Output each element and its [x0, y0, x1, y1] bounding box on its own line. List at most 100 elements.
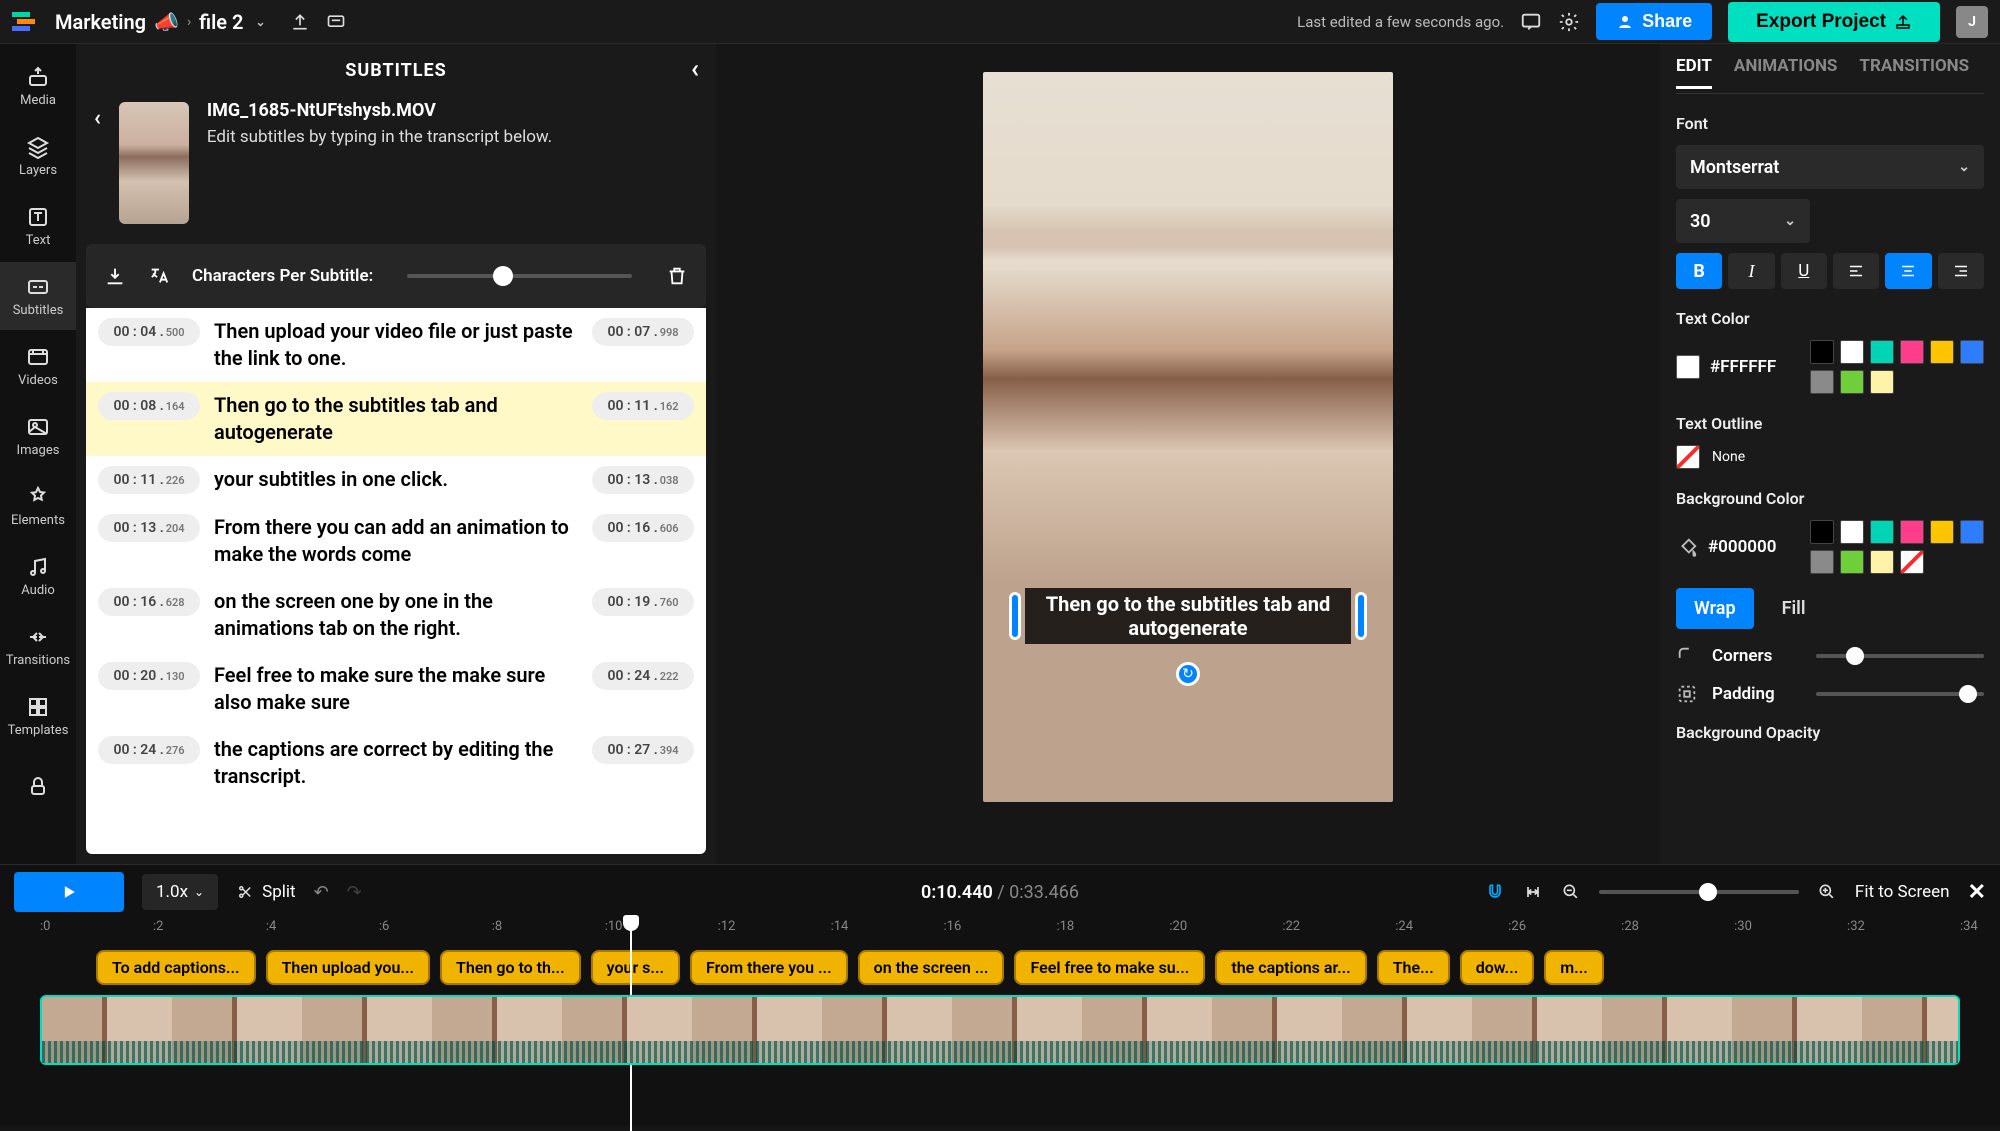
- color-swatch[interactable]: [1840, 370, 1864, 394]
- speed-select[interactable]: 1.0x⌄: [142, 874, 218, 910]
- subtitle-chip[interactable]: Then go to th...: [440, 950, 581, 985]
- bg-color-hex[interactable]: #000000: [1708, 537, 1776, 557]
- rail-audio[interactable]: Audio: [0, 542, 76, 610]
- end-time[interactable]: 00 : 27 .394: [592, 736, 694, 764]
- text-color-preview[interactable]: [1676, 355, 1700, 379]
- color-swatch[interactable]: [1870, 370, 1894, 394]
- download-icon[interactable]: [104, 265, 126, 287]
- align-left-button[interactable]: [1833, 253, 1879, 289]
- redo-icon[interactable]: ↷: [347, 882, 362, 903]
- subtitle-row[interactable]: 00 : 13 .204 From there you can add an an…: [86, 504, 706, 578]
- color-swatch[interactable]: [1870, 340, 1894, 364]
- end-time[interactable]: 00 : 24 .222: [592, 662, 694, 690]
- caption-handle-right[interactable]: [1355, 592, 1367, 640]
- subtitle-text[interactable]: From there you can add an animation to m…: [214, 514, 578, 568]
- text-color-hex[interactable]: #FFFFFF: [1710, 357, 1776, 377]
- subtitle-row[interactable]: 00 : 20 .130Feel free to make sure the m…: [86, 652, 706, 726]
- export-button[interactable]: Export Project: [1728, 2, 1940, 42]
- italic-button[interactable]: I: [1728, 253, 1774, 289]
- end-time[interactable]: 00 : 16 .606: [592, 514, 694, 542]
- end-time[interactable]: 00 : 19 .760: [592, 588, 694, 616]
- color-swatch[interactable]: [1870, 550, 1894, 574]
- align-right-button[interactable]: [1938, 253, 1984, 289]
- comment-icon[interactable]: [326, 12, 346, 32]
- color-swatch[interactable]: [1900, 550, 1924, 574]
- rail-images[interactable]: Images: [0, 402, 76, 470]
- rail-subtitles[interactable]: Subtitles: [0, 262, 76, 330]
- subtitle-chip[interactable]: on the screen ...: [858, 950, 1005, 985]
- color-swatch[interactable]: [1840, 550, 1864, 574]
- play-button[interactable]: [14, 872, 124, 912]
- subtitle-chip[interactable]: your s...: [591, 950, 680, 985]
- collapse-panel-icon[interactable]: ‹: [691, 54, 700, 84]
- subtitle-chip[interactable]: To add captions...: [96, 950, 256, 985]
- magnet-icon[interactable]: [1485, 882, 1505, 902]
- tab-edit[interactable]: EDIT: [1676, 56, 1712, 89]
- start-time[interactable]: 00 : 13 .204: [98, 514, 200, 542]
- font-select[interactable]: Montserrat ⌄: [1676, 145, 1984, 189]
- subtitle-text[interactable]: Then go to the subtitles tab and autogen…: [214, 392, 578, 446]
- cps-slider[interactable]: [407, 274, 632, 278]
- back-chevron-icon[interactable]: ‹: [94, 106, 101, 224]
- fill-button[interactable]: Fill: [1764, 588, 1824, 629]
- color-swatch[interactable]: [1960, 520, 1984, 544]
- corners-slider[interactable]: [1816, 654, 1984, 658]
- rail-templates[interactable]: Templates: [0, 682, 76, 750]
- subtitle-text[interactable]: your subtitles in one click.: [214, 466, 578, 493]
- rail-text[interactable]: Text: [0, 192, 76, 260]
- color-swatch[interactable]: [1810, 520, 1834, 544]
- split-button[interactable]: Split: [236, 882, 295, 902]
- clip-thumbnail[interactable]: [119, 102, 189, 224]
- color-swatch[interactable]: [1840, 340, 1864, 364]
- start-time[interactable]: 00 : 04 .500: [98, 318, 200, 346]
- subtitle-text[interactable]: the captions are correct by editing the …: [214, 736, 578, 790]
- align-center-button[interactable]: [1885, 253, 1931, 289]
- rail-transitions[interactable]: Transitions: [0, 612, 76, 680]
- color-swatch[interactable]: [1810, 550, 1834, 574]
- end-time[interactable]: 00 : 13 .038: [592, 466, 694, 494]
- ruler[interactable]: :0:2:4:6:8:10:12:14:16:18:20:22:24:26:28…: [0, 919, 2000, 945]
- caption-overlay[interactable]: Then go to the subtitles tab and autogen…: [1009, 588, 1367, 644]
- subtitle-chip[interactable]: Feel free to make su...: [1014, 950, 1205, 985]
- end-time[interactable]: 00 : 11 .162: [592, 392, 694, 420]
- breadcrumb-root[interactable]: Marketing: [55, 10, 146, 34]
- zoom-slider[interactable]: [1599, 890, 1799, 894]
- color-swatch[interactable]: [1960, 340, 1984, 364]
- color-swatch[interactable]: [1810, 370, 1834, 394]
- close-icon[interactable]: ✕: [1968, 880, 1986, 905]
- rail-videos[interactable]: Videos: [0, 332, 76, 400]
- breadcrumb-file[interactable]: file 2: [199, 10, 243, 34]
- tab-transitions[interactable]: TRANSITIONS: [1859, 56, 1969, 86]
- subtitle-text[interactable]: on the screen one by one in the animatio…: [214, 588, 578, 642]
- rail-elements[interactable]: Elements: [0, 472, 76, 540]
- video-clip-track[interactable]: [40, 995, 1960, 1065]
- underline-button[interactable]: U: [1781, 253, 1827, 289]
- subtitle-chip[interactable]: dow...: [1460, 950, 1535, 985]
- color-swatch[interactable]: [1870, 520, 1894, 544]
- start-time[interactable]: 00 : 16 .628: [98, 588, 200, 616]
- wrap-button[interactable]: Wrap: [1676, 588, 1754, 629]
- subtitle-row[interactable]: 00 : 11 .226your subtitles in one click.…: [86, 456, 706, 504]
- rail-more[interactable]: [0, 752, 76, 820]
- subtitle-chip[interactable]: the captions ar...: [1215, 950, 1366, 985]
- subtitle-text[interactable]: Then upload your video file or just past…: [214, 318, 578, 372]
- chat-icon[interactable]: [1520, 11, 1542, 33]
- caption-handle-left[interactable]: [1009, 592, 1021, 640]
- tab-animations[interactable]: ANIMATIONS: [1734, 56, 1838, 86]
- color-swatch[interactable]: [1900, 340, 1924, 364]
- subtitle-text[interactable]: Feel free to make sure the make sure als…: [214, 662, 578, 716]
- size-select[interactable]: 30 ⌄: [1676, 199, 1810, 243]
- subtitle-chip[interactable]: Then upload you...: [266, 950, 430, 985]
- upload-icon[interactable]: [290, 12, 310, 32]
- subtitle-chip[interactable]: m...: [1544, 950, 1604, 985]
- translate-icon[interactable]: [148, 265, 170, 287]
- padding-slider[interactable]: [1816, 692, 1984, 696]
- fill-bucket-icon[interactable]: [1676, 536, 1698, 558]
- rotate-handle-icon[interactable]: ↻: [1176, 662, 1200, 686]
- zoom-in-icon[interactable]: [1817, 882, 1837, 902]
- subtitle-chip[interactable]: From there you ...: [690, 950, 848, 985]
- start-time[interactable]: 00 : 24 .276: [98, 736, 200, 764]
- color-swatch[interactable]: [1930, 520, 1954, 544]
- subtitle-row[interactable]: 00 : 16 .628 on the screen one by one in …: [86, 578, 706, 652]
- subtitle-row[interactable]: 00 : 08 .164Then go to the subtitles tab…: [86, 382, 706, 456]
